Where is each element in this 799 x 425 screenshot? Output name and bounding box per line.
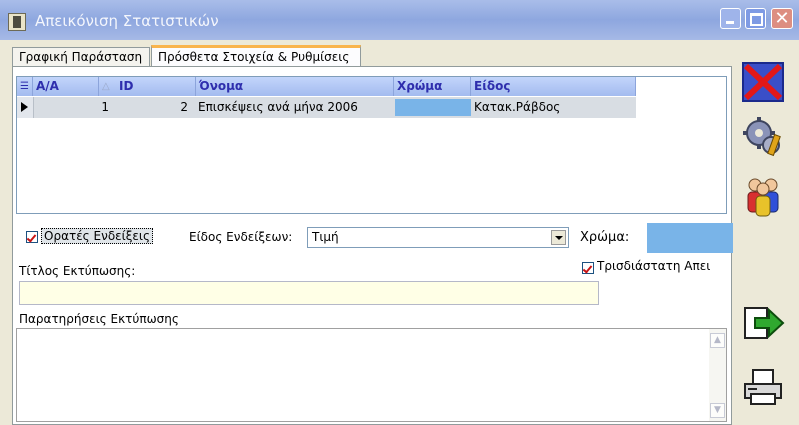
delete-button[interactable] bbox=[737, 57, 789, 107]
delete-icon bbox=[742, 62, 784, 102]
window-title: Απεικόνιση Στατιστικών bbox=[35, 12, 219, 30]
cell-id: 2 bbox=[180, 100, 188, 114]
exit-arrow-icon bbox=[744, 307, 785, 339]
notes-scrollbar[interactable]: ▲ ▼ bbox=[709, 329, 726, 421]
print-title-caption: Τίτλος Εκτύπωσης: bbox=[19, 264, 136, 278]
tab-extra-settings-label: Πρόσθετα Στοιχεία & Ρυθμίσεις bbox=[158, 50, 350, 64]
app-icon[interactable] bbox=[8, 13, 26, 31]
header-id[interactable]: ID bbox=[116, 77, 196, 96]
color-swatch[interactable] bbox=[647, 223, 733, 253]
notes-caption: Παρατηρήσεις Εκτύπωσης bbox=[19, 312, 179, 326]
grid-header: ☰ A/A △ ID Όνομα Χρώμα Είδος bbox=[17, 77, 636, 96]
users-icon bbox=[747, 178, 779, 217]
print-notes-textarea[interactable]: ▲ ▼ bbox=[16, 328, 727, 422]
cell-color-swatch bbox=[395, 99, 471, 116]
scroll-down-icon[interactable]: ▼ bbox=[710, 403, 725, 418]
users-button[interactable] bbox=[737, 172, 789, 222]
scroll-up-icon[interactable]: ▲ bbox=[710, 333, 725, 348]
header-color[interactable]: Χρώμα bbox=[394, 77, 471, 96]
maximize-button[interactable] bbox=[745, 8, 766, 29]
cell-name: Επισκέψεις ανά μήνα 2006 bbox=[198, 100, 358, 114]
three-d-checkbox[interactable] bbox=[582, 262, 594, 274]
exit-button[interactable] bbox=[737, 298, 789, 348]
header-type[interactable]: Είδος bbox=[471, 77, 636, 96]
header-name[interactable]: Όνομα bbox=[196, 77, 394, 96]
chevron-down-icon[interactable] bbox=[551, 230, 566, 245]
label-type-select[interactable]: Τιμή bbox=[307, 227, 569, 248]
minimize-button[interactable] bbox=[720, 8, 741, 29]
label-type-caption: Είδος Ενδείξεων: bbox=[189, 230, 293, 244]
close-button[interactable]: ✕ bbox=[771, 8, 793, 29]
cell-type: Κατακ.Ράβδος bbox=[474, 100, 561, 114]
tab-chart[interactable]: Γραφική Παράσταση bbox=[12, 47, 150, 68]
tab-chart-label: Γραφική Παράσταση bbox=[19, 50, 143, 64]
sort-asc-icon: △ bbox=[102, 81, 110, 92]
tab-extra-settings[interactable]: Πρόσθετα Στοιχεία & Ρυθμίσεις bbox=[151, 45, 361, 66]
label-type-value: Τιμή bbox=[312, 230, 339, 244]
print-icon bbox=[744, 369, 782, 405]
header-aa[interactable]: A/A bbox=[33, 77, 99, 96]
grid-menu-icon[interactable]: ☰ bbox=[17, 77, 33, 96]
print-title-input[interactable] bbox=[19, 281, 599, 305]
settings-button[interactable] bbox=[737, 111, 789, 161]
table-row[interactable]: 1 2 Επισκέψεις ανά μήνα 2006 Κατακ.Ράβδο… bbox=[17, 97, 636, 118]
visible-labels-checkbox[interactable] bbox=[26, 231, 38, 243]
series-grid[interactable]: ☰ A/A △ ID Όνομα Χρώμα Είδος 1 2 Επισκέψ… bbox=[16, 76, 727, 214]
visible-labels-label[interactable]: Ορατές Ενδείξεις bbox=[41, 228, 153, 244]
three-d-label[interactable]: Τρισδιάστατη Απει bbox=[597, 259, 733, 273]
settings-gears-icon bbox=[743, 117, 781, 157]
row-indicator-icon bbox=[17, 97, 34, 118]
color-caption: Χρώμα: bbox=[580, 230, 630, 245]
cell-aa: 1 bbox=[101, 100, 109, 114]
print-button[interactable] bbox=[737, 362, 789, 412]
title-bar: Απεικόνιση Στατιστικών ✕ bbox=[0, 0, 799, 40]
